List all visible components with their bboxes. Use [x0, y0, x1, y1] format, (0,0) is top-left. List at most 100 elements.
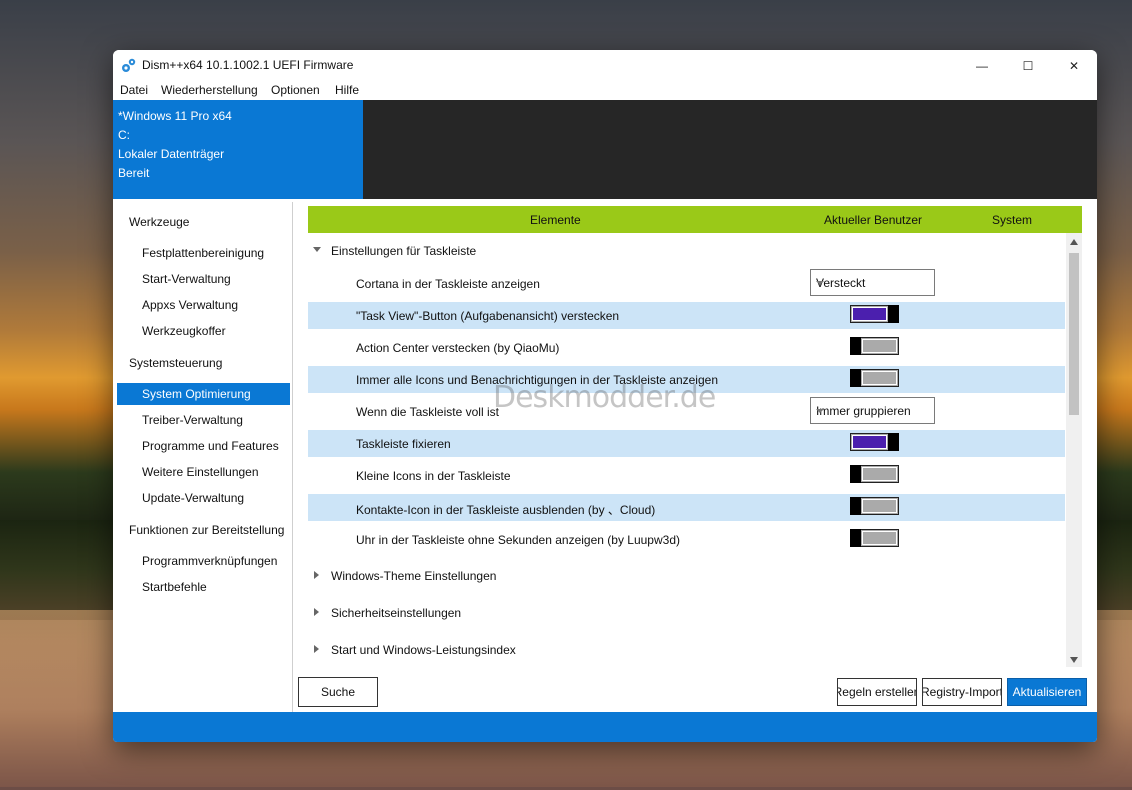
toggle-knob	[888, 433, 899, 451]
sidebar-item-weitere-einstellungen[interactable]: Weitere Einstellungen	[142, 465, 259, 479]
toggle-fill	[862, 499, 897, 513]
scrollbar-thumb[interactable]	[1069, 253, 1079, 415]
search-button[interactable]: Suche	[298, 677, 378, 707]
toggle-knob	[850, 497, 861, 515]
row-label: Action Center verstecken (by QiaoMu)	[356, 341, 560, 355]
title-bar[interactable]: Dism++x64 10.1.1002.1 UEFI Firmware — ☐ …	[113, 50, 1097, 82]
volume-label: Lokaler Datenträger	[118, 147, 225, 161]
menu-datei[interactable]: Datei	[120, 83, 148, 97]
toggle-fill	[862, 371, 897, 385]
sidebar-item-appxs-verwaltung[interactable]: Appxs Verwaltung	[142, 298, 238, 312]
session-area	[363, 100, 1097, 199]
table-row: Kleine Icons in der Taskleiste	[308, 462, 1065, 489]
small-icons-toggle[interactable]	[850, 465, 899, 483]
table-row: Action Center verstecken (by QiaoMu)	[308, 334, 1065, 361]
table-row: Uhr in der Taskleiste ohne Sekunden anze…	[308, 526, 1065, 553]
status-label: Bereit	[118, 166, 150, 180]
optimization-panel: Elemente Aktueller Benutzer System Einst…	[293, 202, 1097, 712]
toggle-knob	[850, 465, 861, 483]
lock-taskbar-toggle[interactable]	[850, 433, 899, 451]
table-row: "Task View"-Button (Aufgabenansicht) ver…	[308, 302, 1065, 329]
watermark: Deskmodder.de	[493, 380, 716, 415]
expand-arrow-icon	[314, 608, 319, 616]
row-label: Kontakte-Icon in der Taskleiste ausblend…	[356, 503, 656, 517]
toggle-knob	[850, 369, 861, 387]
drive-label: C:	[118, 128, 130, 142]
sidebar-item-treiber-verwaltung[interactable]: Treiber-Verwaltung	[142, 413, 243, 427]
maximize-icon: ☐	[1022, 58, 1034, 73]
dropdown-value: Immer gruppieren	[816, 404, 911, 418]
group-label: Einstellungen für Taskleiste	[331, 244, 477, 258]
close-icon: ✕	[1068, 58, 1080, 73]
chevron-down-icon	[816, 409, 824, 413]
sidebar-section-bereitstellung: Funktionen zur Bereitstellung	[129, 523, 285, 537]
contacts-icon-toggle[interactable]	[850, 497, 899, 515]
menu-optionen[interactable]: Optionen	[271, 83, 320, 97]
expand-arrow-icon	[314, 645, 319, 653]
os-label: *Windows 11 Pro x64	[118, 109, 232, 123]
table-row: Cortana in der Taskleiste anzeigen Verst…	[308, 269, 1065, 297]
create-rules-button[interactable]: Regeln erstellen	[837, 678, 917, 706]
sidebar-item-werkzeugkoffer[interactable]: Werkzeugkoffer	[142, 324, 226, 338]
toggle-fill	[862, 531, 897, 545]
row-label: Wenn die Taskleiste voll ist	[356, 405, 499, 419]
toggle-fill	[852, 307, 887, 321]
table-row: Taskleiste fixieren	[308, 430, 1065, 457]
menu-wiederherstellung[interactable]: Wiederherstellung	[161, 83, 258, 97]
row-label: Kleine Icons in der Taskleiste	[356, 469, 511, 483]
close-button[interactable]: ✕	[1051, 50, 1097, 81]
sidebar-item-label: System Optimierung	[142, 387, 251, 401]
status-bar	[113, 712, 1097, 742]
row-label: Uhr in der Taskleiste ohne Sekunden anze…	[356, 533, 680, 547]
sidebar-section-systemsteuerung: Systemsteuerung	[129, 356, 223, 370]
maximize-button[interactable]: ☐	[1005, 50, 1051, 81]
toggle-knob	[850, 337, 861, 355]
column-header-aktueller-benutzer: Aktueller Benutzer	[824, 213, 923, 227]
scroll-down-icon[interactable]	[1070, 657, 1078, 663]
window-title: Dism++x64 10.1.1002.1 UEFI Firmware	[142, 58, 354, 72]
toggle-fill	[862, 339, 897, 353]
vertical-scrollbar[interactable]	[1066, 233, 1082, 667]
menu-bar: Datei Wiederherstellung Optionen Hilfe	[113, 81, 1097, 100]
menu-hilfe[interactable]: Hilfe	[335, 83, 359, 97]
action-center-toggle[interactable]	[850, 337, 899, 355]
row-label: Taskleiste fixieren	[356, 437, 451, 451]
sidebar-section-werkzeuge: Werkzeuge	[129, 215, 190, 229]
scroll-up-icon[interactable]	[1070, 239, 1078, 245]
column-header-elemente: Elemente	[530, 213, 581, 227]
refresh-button[interactable]: Aktualisieren	[1007, 678, 1087, 706]
taskbar-full-dropdown[interactable]: Immer gruppieren	[810, 397, 935, 424]
toggle-knob	[850, 529, 861, 547]
group-label: Start und Windows-Leistungsindex	[331, 643, 516, 657]
chevron-down-icon	[816, 281, 824, 285]
sidebar-item-update-verwaltung[interactable]: Update-Verwaltung	[142, 491, 244, 505]
collapse-arrow-icon	[313, 247, 321, 252]
group-label: Windows-Theme Einstellungen	[331, 569, 497, 583]
sidebar-item-programme-und-features[interactable]: Programme und Features	[142, 439, 279, 453]
sidebar-item-festplattenbereinigung[interactable]: Festplattenbereinigung	[142, 246, 264, 260]
cortana-dropdown[interactable]: Versteckt	[810, 269, 935, 296]
sidebar-item-system-optimierung[interactable]: System Optimierung	[117, 383, 290, 405]
sidebar-item-startbefehle[interactable]: Startbefehle	[142, 580, 207, 594]
group-label: Sicherheitseinstellungen	[331, 606, 462, 620]
row-label: "Task View"-Button (Aufgabenansicht) ver…	[356, 309, 620, 323]
all-icons-toggle[interactable]	[850, 369, 899, 387]
minimize-icon: —	[976, 58, 988, 73]
row-label: Cortana in der Taskleiste anzeigen	[356, 277, 540, 291]
registry-import-button[interactable]: Registry-Import	[922, 678, 1002, 706]
table-row: Kontakte-Icon in der Taskleiste ausblend…	[308, 494, 1065, 521]
toggle-fill	[862, 467, 897, 481]
toggle-fill	[852, 435, 887, 449]
table-header: Elemente Aktueller Benutzer System	[308, 206, 1082, 233]
minimize-button[interactable]: —	[959, 50, 1005, 81]
expand-arrow-icon	[314, 571, 319, 579]
sidebar-item-programmverknuepfungen[interactable]: Programmverknüpfungen	[142, 554, 277, 568]
sidebar: Werkzeuge Festplattenbereinigung Start-V…	[113, 202, 293, 712]
task-view-toggle[interactable]	[850, 305, 899, 323]
image-info-panel[interactable]: *Windows 11 Pro x64 C: Lokaler Datenträg…	[113, 100, 363, 199]
toggle-knob	[888, 305, 899, 323]
clock-seconds-toggle[interactable]	[850, 529, 899, 547]
gears-icon	[122, 58, 136, 72]
column-header-system: System	[992, 213, 1033, 227]
sidebar-item-start-verwaltung[interactable]: Start-Verwaltung	[142, 272, 231, 286]
